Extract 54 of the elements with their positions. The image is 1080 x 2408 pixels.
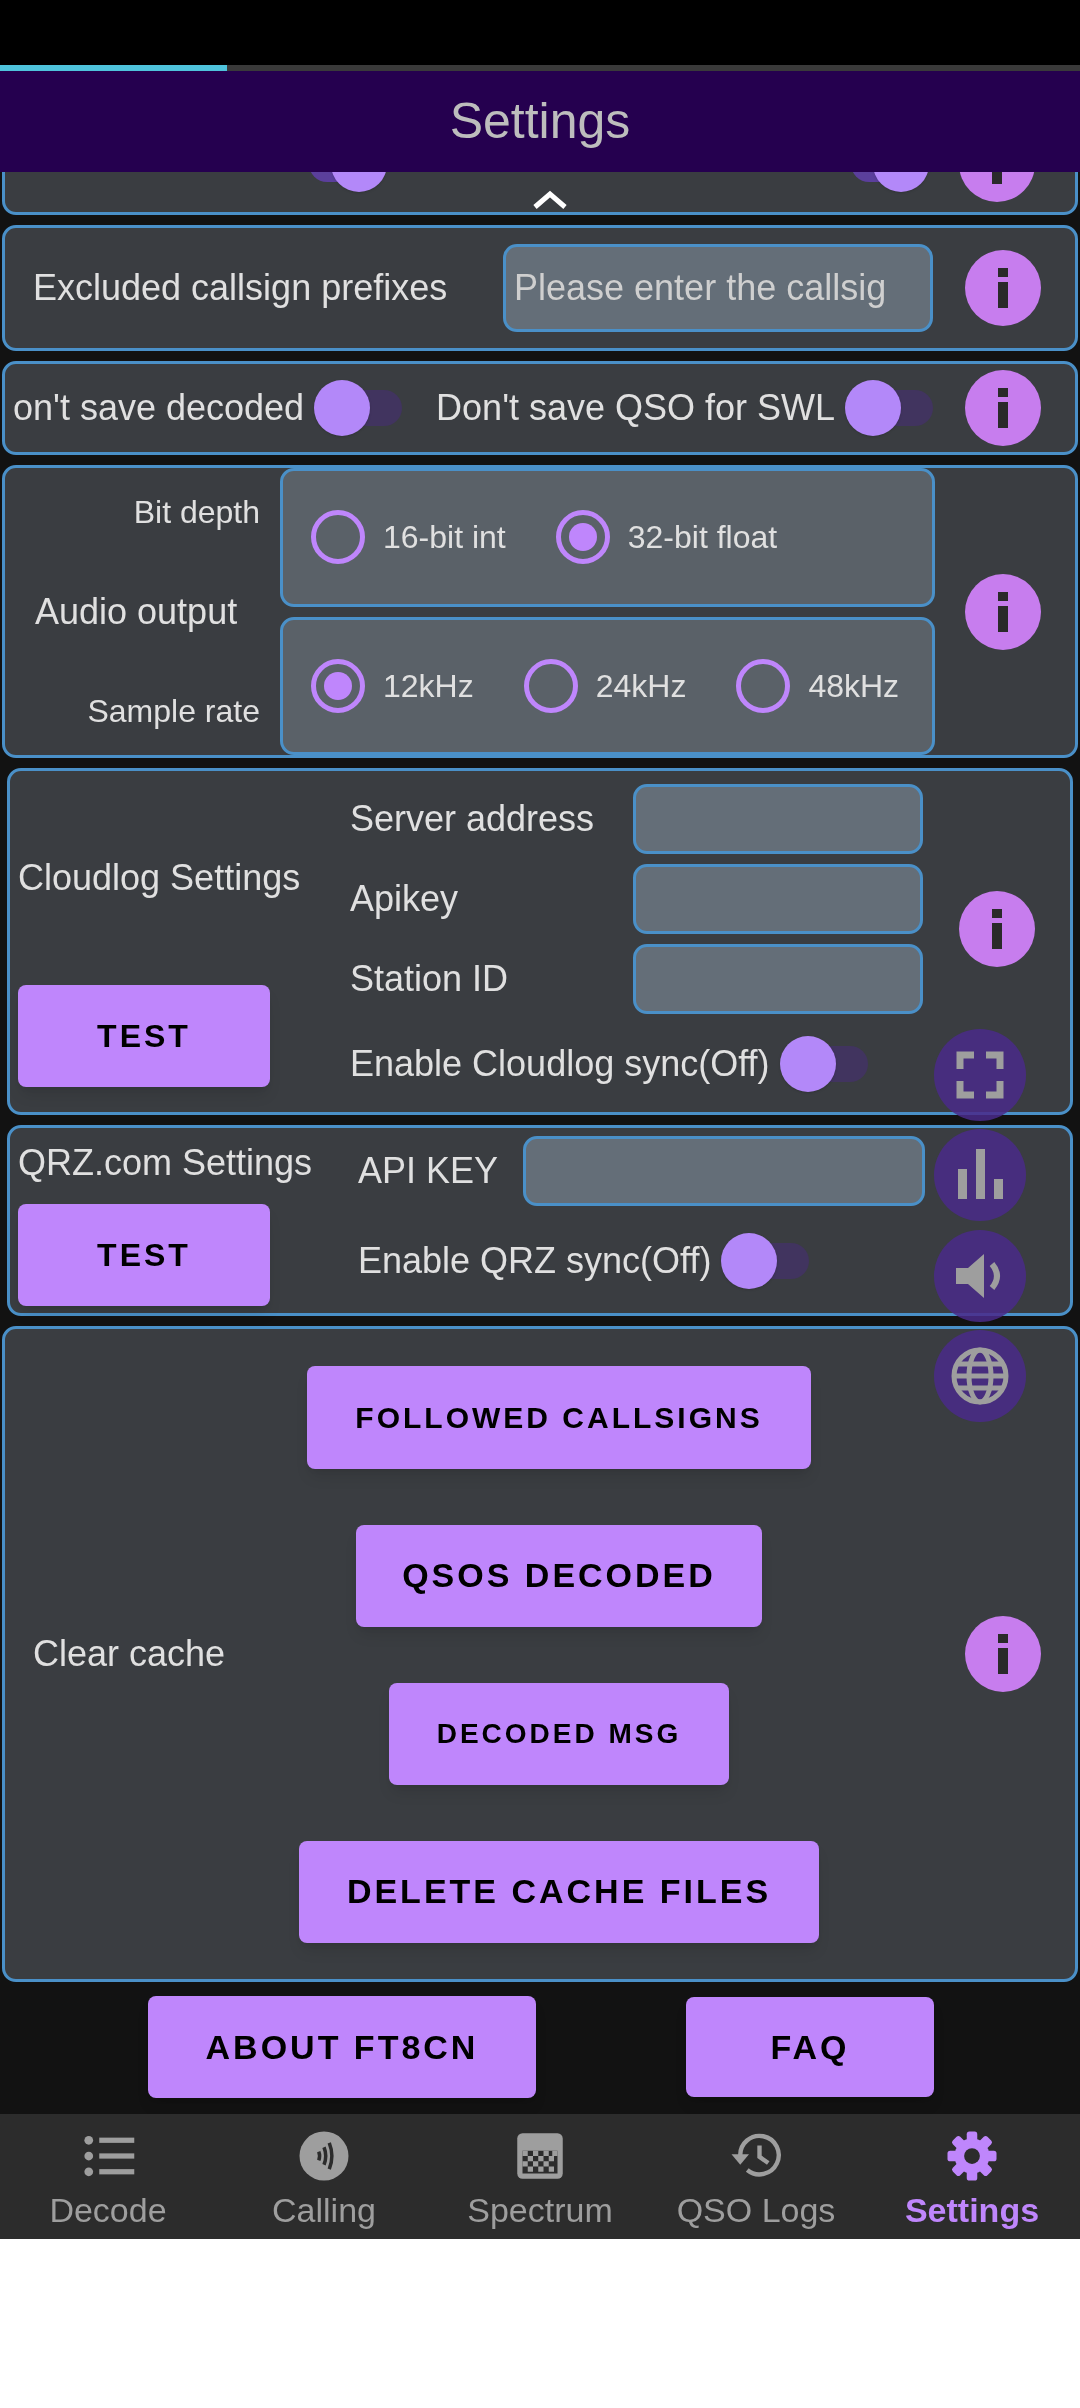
- field-label: Server address: [350, 797, 596, 841]
- radio-button[interactable]: [311, 510, 365, 565]
- globe-button[interactable]: [934, 1330, 1026, 1422]
- option-label: 12kHz: [383, 666, 474, 706]
- info-icon[interactable]: [965, 370, 1041, 446]
- text-field[interactable]: [633, 944, 923, 1014]
- speaker-button[interactable]: [934, 1230, 1026, 1322]
- fullscreen-button[interactable]: [934, 1029, 1026, 1121]
- chevron-up-icon[interactable]: [532, 190, 568, 210]
- nav-tab[interactable]: QSO Logs: [648, 2114, 864, 2239]
- setting-label: Bit depth: [133, 493, 260, 532]
- text-field[interactable]: [523, 1136, 925, 1206]
- action-button[interactable]: FOLLOWED CALLSIGNS: [307, 1365, 811, 1469]
- setting-label: Enable Cloudlog sync(Off): [350, 1042, 770, 1086]
- option-label: 16-bit int: [383, 518, 506, 558]
- action-button[interactable]: TEST: [18, 985, 270, 1087]
- section-label: QRZ.com Settings: [18, 1141, 314, 1185]
- radio-button[interactable]: [311, 658, 365, 713]
- action-button[interactable]: DECODED MSG: [388, 1682, 730, 1785]
- field-label: Station ID: [350, 957, 510, 1001]
- info-icon[interactable]: [965, 1616, 1041, 1692]
- action-button[interactable]: DELETE CACHE FILES: [298, 1840, 820, 1943]
- section-label: Cloudlog Settings: [18, 856, 302, 900]
- radio-button[interactable]: [736, 658, 791, 713]
- action-button[interactable]: ABOUT FT8CN: [148, 1996, 536, 2098]
- option-label: 32-bit float: [627, 518, 778, 558]
- nav-tab[interactable]: Spectrum: [432, 2114, 648, 2239]
- field-label: API KEY: [358, 1149, 500, 1193]
- nav-tab[interactable]: Decode: [0, 2114, 216, 2239]
- info-icon[interactable]: [965, 250, 1041, 326]
- text-field[interactable]: [633, 784, 923, 854]
- option-label: 48kHz: [808, 666, 900, 706]
- info-icon[interactable]: [958, 891, 1035, 967]
- setting-label: Don't save QSO for SWL: [436, 386, 836, 430]
- radio-button[interactable]: [555, 510, 610, 565]
- setting-label: on't save decoded: [13, 386, 305, 430]
- setting-label: Enable QRZ sync(Off): [358, 1239, 712, 1283]
- text-field[interactable]: [633, 864, 923, 934]
- screen-title: Settings: [449, 92, 631, 151]
- section-label: Clear cache: [33, 1632, 227, 1676]
- bar-chart-button[interactable]: [934, 1129, 1026, 1221]
- section-label: Audio output: [35, 589, 238, 634]
- action-button[interactable]: FAQ: [686, 1997, 934, 2097]
- action-button[interactable]: QSOS DECODED: [356, 1524, 762, 1627]
- nav-tab[interactable]: Calling: [216, 2114, 432, 2239]
- radio-button[interactable]: [523, 658, 578, 713]
- field-label: Apikey: [350, 877, 460, 921]
- info-icon[interactable]: [965, 573, 1041, 650]
- setting-label: Sample rate: [87, 692, 260, 731]
- option-label: 24kHz: [595, 666, 687, 706]
- text-field[interactable]: Please enter the callsig: [503, 244, 933, 332]
- action-button[interactable]: TEST: [18, 1204, 270, 1306]
- setting-label: Excluded callsign prefixes: [33, 266, 449, 310]
- nav-tab[interactable]: Settings: [864, 2114, 1080, 2239]
